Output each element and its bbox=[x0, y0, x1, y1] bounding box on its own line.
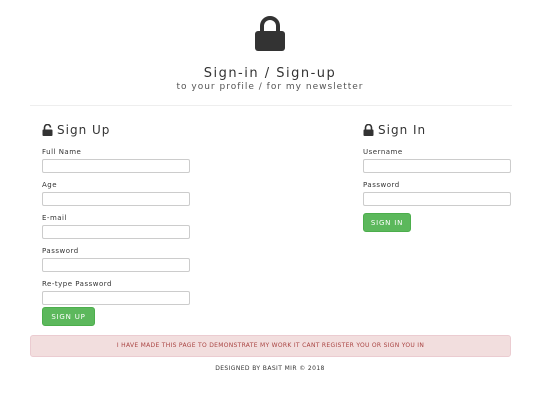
username-input[interactable] bbox=[363, 159, 511, 173]
unlock-icon bbox=[42, 124, 53, 136]
header-divider bbox=[30, 105, 512, 106]
password-field-group: Password bbox=[42, 247, 190, 272]
username-field-group: Username bbox=[363, 148, 511, 173]
demo-notice-alert: I HAVE MADE THIS PAGE TO DEMONSTRATE MY … bbox=[30, 335, 511, 357]
page-subtitle: to your profile / for my newsletter bbox=[176, 82, 364, 92]
fullname-label: Full Name bbox=[42, 148, 82, 156]
signup-heading: Sign Up bbox=[42, 122, 190, 138]
retype-password-input[interactable] bbox=[42, 291, 190, 305]
username-label: Username bbox=[363, 148, 403, 156]
age-field-group: Age bbox=[42, 181, 190, 206]
signup-button[interactable]: SIGN UP bbox=[42, 307, 95, 326]
footer-credit: DESIGNED BY BASIT MIR © 2018 bbox=[215, 365, 325, 372]
signin-button[interactable]: SIGN IN bbox=[363, 213, 411, 232]
lock-icon bbox=[254, 16, 286, 52]
signin-password-input[interactable] bbox=[363, 192, 511, 206]
signin-form: Sign In Username Password bbox=[363, 122, 511, 214]
retype-password-label: Re-type Password bbox=[42, 280, 112, 288]
email-field-group: E-mail bbox=[42, 214, 190, 239]
email-label: E-mail bbox=[42, 214, 67, 222]
retype-password-field-group: Re-type Password bbox=[42, 280, 190, 305]
page-title: Sign-in / Sign-up bbox=[203, 66, 337, 81]
signin-heading: Sign In bbox=[363, 122, 511, 138]
signup-heading-label: Sign Up bbox=[57, 123, 111, 137]
signup-form: Sign Up Full Name Age E-mail Password Re… bbox=[42, 122, 190, 313]
password-label: Password bbox=[42, 247, 79, 255]
fullname-field-group: Full Name bbox=[42, 148, 190, 173]
age-label: Age bbox=[42, 181, 58, 189]
signin-heading-label: Sign In bbox=[378, 123, 427, 137]
fullname-input[interactable] bbox=[42, 159, 190, 173]
age-input[interactable] bbox=[42, 192, 190, 206]
signin-password-field-group: Password bbox=[363, 181, 511, 206]
password-input[interactable] bbox=[42, 258, 190, 272]
email-input[interactable] bbox=[42, 225, 190, 239]
signin-password-label: Password bbox=[363, 181, 400, 189]
lock-icon bbox=[363, 124, 374, 136]
